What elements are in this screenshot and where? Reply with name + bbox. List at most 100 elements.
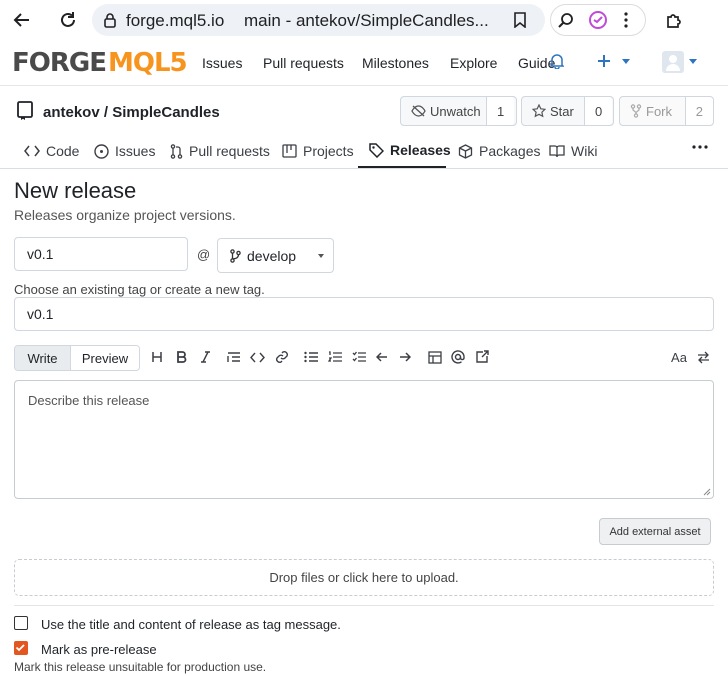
star-count[interactable]: 0 [585, 97, 613, 125]
description-placeholder: Describe this release [28, 393, 150, 408]
unwatch-button[interactable]: Unwatch 1 [400, 96, 517, 126]
forge-logo[interactable]: FORGE MQL5 [12, 48, 188, 78]
task-list-icon[interactable] [350, 348, 368, 366]
star-icon [532, 104, 546, 118]
italic-icon[interactable] [196, 348, 214, 366]
more-horizontal-icon[interactable] [692, 145, 708, 149]
release-title-value: v0.1 [27, 306, 54, 322]
create-plus-icon[interactable] [597, 54, 611, 68]
table-icon[interactable] [426, 348, 444, 366]
at-sign: @ [197, 247, 211, 262]
release-description-textarea[interactable]: Describe this release [14, 380, 714, 499]
star-button[interactable]: Star 0 [521, 96, 614, 126]
logo-forge-text: FORGE [12, 48, 107, 78]
nav-explore[interactable]: Explore [450, 55, 497, 71]
indent-arrow-right-icon[interactable] [396, 348, 414, 366]
code-block-icon[interactable] [248, 348, 266, 366]
release-title-input[interactable]: v0.1 [14, 297, 714, 331]
project-icon [282, 144, 297, 158]
editor-tabs: Write Preview [14, 345, 140, 371]
unindent-arrow-left-icon[interactable] [373, 348, 391, 366]
nav-milestones[interactable]: Milestones [362, 55, 429, 71]
prerelease-checkbox[interactable] [14, 641, 28, 655]
site-info-icon[interactable] [102, 12, 118, 28]
chevron-down-icon[interactable] [622, 59, 630, 64]
section-divider [14, 605, 714, 606]
monospace-font-icon[interactable]: Aa [669, 348, 689, 366]
numbered-list-icon[interactable] [326, 348, 344, 366]
tag-icon [369, 142, 384, 158]
heading-icon[interactable] [148, 348, 166, 366]
prerelease-label[interactable]: Mark as pre-release [41, 642, 157, 657]
tab-releases[interactable]: Releases [358, 134, 451, 168]
reload-icon[interactable] [52, 4, 84, 36]
tag-message-label[interactable]: Use the title and content of release as … [41, 617, 341, 632]
tag-message-checkbox[interactable] [14, 616, 28, 630]
page-title: New release [14, 178, 137, 203]
copilot-icon[interactable] [588, 10, 608, 30]
url-page-title: main - antekov/SimpleCandles... [244, 11, 489, 30]
tag-name-value: v0.1 [27, 246, 54, 262]
tab-wiki[interactable]: Wiki [549, 134, 597, 168]
cross-reference-icon[interactable] [473, 348, 491, 366]
unwatch-label: Unwatch [430, 103, 481, 119]
preview-tab[interactable]: Preview [71, 346, 139, 370]
avatar-chevron-down-icon[interactable] [689, 59, 697, 64]
more-vertical-icon[interactable] [623, 11, 629, 29]
bold-icon[interactable] [172, 348, 190, 366]
file-drop-zone[interactable]: Drop files or click here to upload. [14, 559, 714, 596]
avatar[interactable] [662, 51, 684, 73]
switch-editor-icon[interactable] [694, 348, 712, 366]
pull-request-icon [170, 143, 183, 159]
eye-slash-icon [411, 105, 426, 117]
resize-handle-icon[interactable] [703, 488, 711, 496]
fork-label: Fork [646, 103, 672, 119]
nav-issues[interactable]: Issues [202, 55, 242, 71]
tab-pull-requests[interactable]: Pull requests [170, 134, 270, 168]
tab-code-label: Code [46, 143, 80, 159]
tag-name-input[interactable]: v0.1 [14, 237, 188, 271]
fork-icon [630, 104, 642, 118]
page-subtitle: Releases organize project versions. [14, 207, 236, 223]
add-external-asset-button[interactable]: Add external asset [599, 518, 711, 545]
branch-name: develop [247, 247, 297, 264]
issue-icon [94, 143, 109, 159]
nav-pull-requests[interactable]: Pull requests [263, 55, 344, 71]
tab-issues-label: Issues [115, 143, 156, 159]
prerelease-help-text: Mark this release unsuitable for product… [14, 660, 267, 674]
tab-code[interactable]: Code [24, 134, 79, 168]
link-icon[interactable] [273, 348, 291, 366]
tab-issues[interactable]: Issues [94, 134, 155, 168]
branch-icon [230, 248, 241, 263]
tab-pull-requests-label: Pull requests [189, 143, 270, 159]
book-icon [549, 144, 565, 158]
package-icon [458, 143, 473, 159]
bullet-list-icon[interactable] [302, 348, 320, 366]
mention-icon[interactable] [449, 348, 467, 366]
write-tab[interactable]: Write [15, 346, 71, 370]
repo-icon [16, 101, 34, 121]
dropdown-chevron-icon [318, 254, 324, 258]
notifications-bell-icon[interactable] [550, 53, 564, 69]
target-branch-dropdown[interactable]: develop [217, 238, 334, 273]
fork-button[interactable]: Fork 2 [619, 96, 714, 126]
code-icon [24, 145, 40, 157]
bookmark-icon[interactable] [512, 12, 528, 28]
quote-icon[interactable] [224, 348, 242, 366]
unwatch-count[interactable]: 1 [487, 97, 515, 125]
fork-count[interactable]: 2 [685, 97, 713, 125]
tab-releases-label: Releases [390, 142, 451, 158]
repo-title[interactable]: antekov / SimpleCandles [43, 104, 220, 121]
tab-projects[interactable]: Projects [282, 134, 354, 168]
site-header: FORGE MQL5 Issues Pull requests Mileston… [0, 40, 728, 86]
back-arrow-icon[interactable] [6, 4, 38, 36]
tabs-divider [0, 168, 728, 169]
tab-packages[interactable]: Packages [458, 134, 540, 168]
zoom-search-icon[interactable] [557, 11, 575, 29]
tag-help-text: Choose an existing tag or create a new t… [14, 282, 265, 297]
url-host: forge.mql5.io [126, 11, 225, 30]
tab-projects-label: Projects [303, 143, 354, 159]
address-bar[interactable]: forge.mql5.io main - antekov/SimpleCandl… [92, 4, 545, 36]
logo-mql5-text: MQL5 [108, 48, 188, 78]
extensions-puzzle-icon[interactable] [658, 4, 690, 36]
